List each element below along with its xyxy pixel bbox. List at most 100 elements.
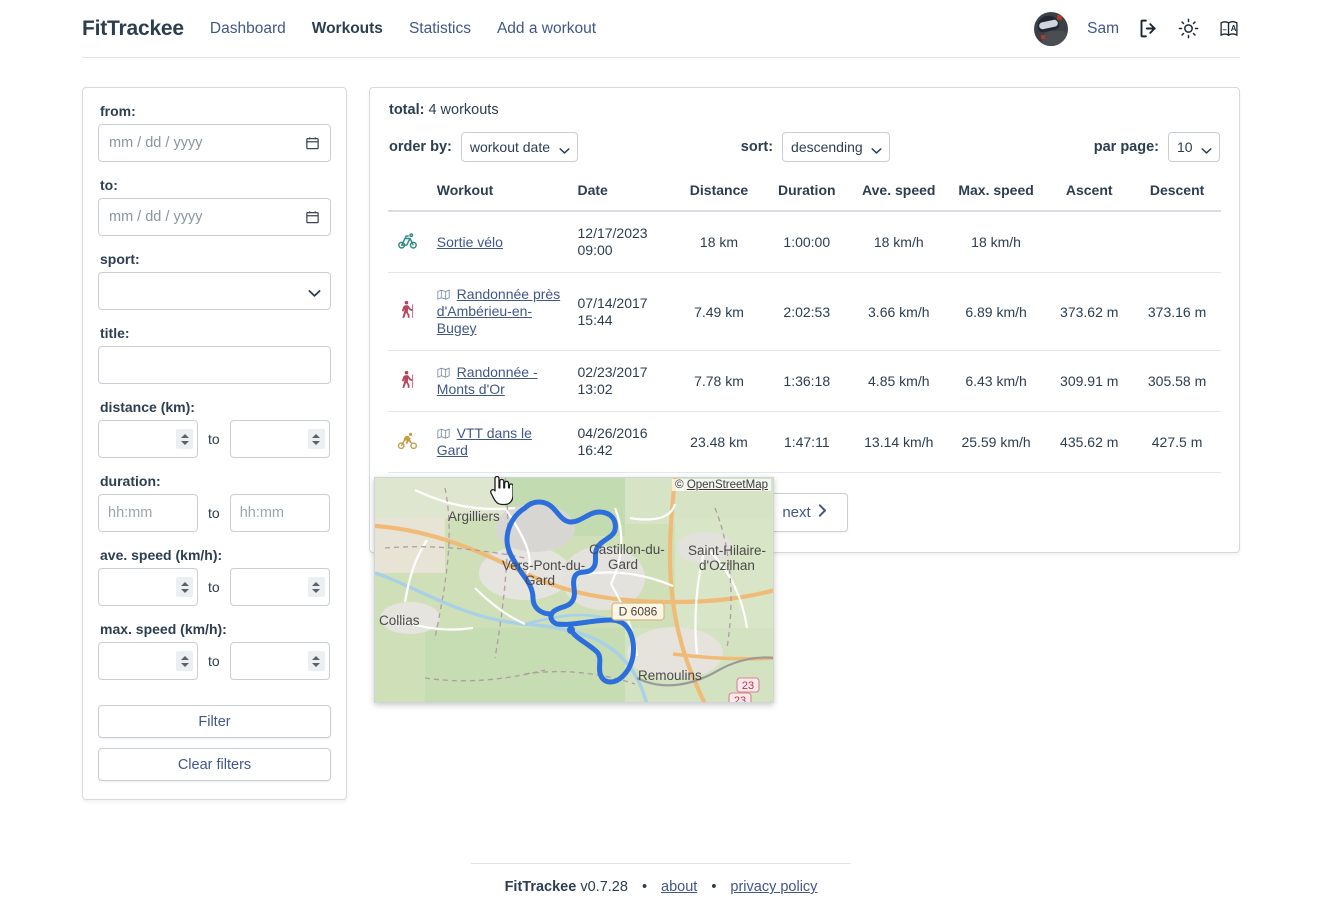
spinner-stepper[interactable] <box>307 577 325 597</box>
table-row[interactable]: Sortie vélo 12/17/2023 09:00 18 km 1:00:… <box>388 211 1221 273</box>
map-place-castillon-du-gard: Castillon-du- <box>589 542 665 557</box>
map-place-remoulins: Remoulins <box>638 668 702 683</box>
avatar[interactable] <box>1034 11 1069 46</box>
app-footer: FitTrackee v0.7.28 • about • privacy pol… <box>0 863 1322 911</box>
spinner-stepper[interactable] <box>176 577 193 597</box>
footer-bullet: • <box>641 879 648 895</box>
nav-item-statistics[interactable]: Statistics <box>409 20 471 38</box>
svg-text:d'Ozilhan: d'Ozilhan <box>699 558 755 573</box>
col-ave-speed[interactable]: Ave. speed <box>850 178 947 212</box>
cell-ascent: 309.91 m <box>1045 350 1134 412</box>
filter-to: to: <box>98 177 331 236</box>
cell-distance: 18 km <box>675 211 763 273</box>
filter-title-input[interactable] <box>98 346 331 384</box>
filter-to-input[interactable] <box>98 198 331 236</box>
workout-date: 02/23/2017 <box>577 364 648 380</box>
filter-duration-from-input[interactable] <box>98 494 198 532</box>
per-page-select[interactable]: 10 <box>1168 132 1220 162</box>
filter-from-label: from: <box>100 103 136 119</box>
next-page-label: next <box>782 504 811 521</box>
filter-max-speed: max. speed (km/h): to <box>98 621 331 680</box>
cell-distance: 23.48 km <box>675 411 763 473</box>
spinner-stepper[interactable] <box>176 651 193 671</box>
cell-date: 12/17/2023 09:00 <box>571 211 676 273</box>
map-icon <box>437 287 454 303</box>
road-label-23b: 23 <box>728 692 752 702</box>
filter-sport-select[interactable] <box>98 272 331 310</box>
cell-sport <box>388 411 431 473</box>
language-icon[interactable]: A <box>1218 18 1240 39</box>
cell-ascent: 435.62 m <box>1045 411 1134 473</box>
cell-max-speed: 6.89 km/h <box>946 272 1046 351</box>
col-descent[interactable]: Descent <box>1133 178 1221 212</box>
cell-workout: Randonnée - Monts d'Or <box>430 350 572 412</box>
app-header: FitTrackee Dashboard Workouts Statistics… <box>0 0 1322 57</box>
app-brand[interactable]: FitTrackee <box>82 17 184 41</box>
spinner-stepper[interactable] <box>307 651 325 671</box>
cell-sport <box>388 272 431 351</box>
cell-ascent <box>1045 211 1134 273</box>
filters-panel: from: to: <box>82 87 347 800</box>
cell-duration: 1:47:11 <box>762 411 851 473</box>
col-max-speed[interactable]: Max. speed <box>946 178 1046 212</box>
workout-time: 15:44 <box>577 311 613 328</box>
total-label: total: <box>389 102 425 118</box>
col-duration[interactable]: Duration <box>762 178 851 212</box>
cell-ave-speed: 3.66 km/h <box>850 272 947 351</box>
sort-select[interactable]: descending <box>782 132 891 162</box>
sort-label: sort: <box>740 139 774 155</box>
cell-date: 02/23/2017 13:02 <box>571 350 676 412</box>
clear-filters-button[interactable]: Clear filters <box>98 748 331 781</box>
nav-item-workouts[interactable]: Workouts <box>312 20 383 38</box>
order-by-select[interactable]: workout date <box>460 132 578 162</box>
workout-date: 12/17/2023 <box>577 225 648 241</box>
col-distance[interactable]: Distance <box>675 178 763 212</box>
osm-attribution-link[interactable]: OpenStreetMap <box>687 479 768 491</box>
filter-max-speed-label: max. speed (km/h): <box>100 621 227 637</box>
cell-ave-speed: 13.14 km/h <box>850 411 947 473</box>
cell-ascent: 373.62 m <box>1045 272 1134 351</box>
col-date[interactable]: Date <box>571 178 676 212</box>
col-workout[interactable]: Workout <box>430 178 572 212</box>
col-ascent[interactable]: Ascent <box>1045 178 1134 212</box>
table-row[interactable]: Randonnée - Monts d'Or 02/23/2017 13:02 … <box>388 350 1221 412</box>
theme-sun-icon[interactable] <box>1178 18 1199 39</box>
filter-title-label: title: <box>100 325 130 341</box>
svg-text:Gard: Gard <box>525 573 555 588</box>
spinner-stepper[interactable] <box>307 429 325 449</box>
footer-bullet: • <box>711 879 717 895</box>
map-place-collias: Collias <box>379 613 420 628</box>
header-user-controls: Sam A <box>1034 11 1240 46</box>
table-row[interactable]: Randonnée près d'Ambérieu-en-Bugey 07/14… <box>388 272 1221 351</box>
logout-icon[interactable] <box>1138 18 1159 39</box>
map-icon <box>437 426 454 442</box>
cell-workout: Randonnée près d'Ambérieu-en-Bugey <box>430 272 572 351</box>
nav-item-add-a-workout[interactable]: Add a workout <box>497 20 596 38</box>
next-page-button[interactable]: next <box>761 493 848 532</box>
order-by-label: order by: <box>389 139 452 155</box>
svg-text:Gard: Gard <box>608 557 638 572</box>
nav-item-dashboard[interactable]: Dashboard <box>210 20 286 38</box>
spinner-stepper[interactable] <box>176 429 193 449</box>
filter-duration-to-input[interactable] <box>229 494 330 532</box>
osm-attribution[interactable]: © OpenStreetMap <box>672 479 771 491</box>
filter-to-label: to: <box>100 177 118 193</box>
map-place-vers-pont-du-gard: Vers-Pont-du- <box>502 558 585 573</box>
filter-from-input[interactable] <box>98 124 331 162</box>
total-value: 4 workouts <box>428 102 499 118</box>
cell-date: 07/14/2017 15:44 <box>571 272 676 351</box>
range-separator: to <box>208 505 220 521</box>
cycling-icon <box>398 232 417 249</box>
main-nav: Dashboard Workouts Statistics Add a work… <box>210 20 596 38</box>
footer-about-link[interactable]: about <box>661 879 697 895</box>
username-label[interactable]: Sam <box>1087 20 1119 38</box>
workout-link[interactable]: Randonnée près d'Ambérieu-en-Bugey <box>437 286 560 336</box>
filter-button[interactable]: Filter <box>98 705 331 738</box>
filter-from: from: <box>98 103 331 162</box>
workout-link[interactable]: Sortie vélo <box>437 234 503 250</box>
filter-title: title: <box>98 325 331 384</box>
footer-brand: FitTrackee <box>504 879 577 895</box>
table-row[interactable]: VTT dans le Gard 04/26/2016 16:42 23.48 … <box>388 411 1221 473</box>
workout-date: 07/14/2017 <box>577 294 648 311</box>
footer-privacy-link[interactable]: privacy policy <box>730 879 817 895</box>
